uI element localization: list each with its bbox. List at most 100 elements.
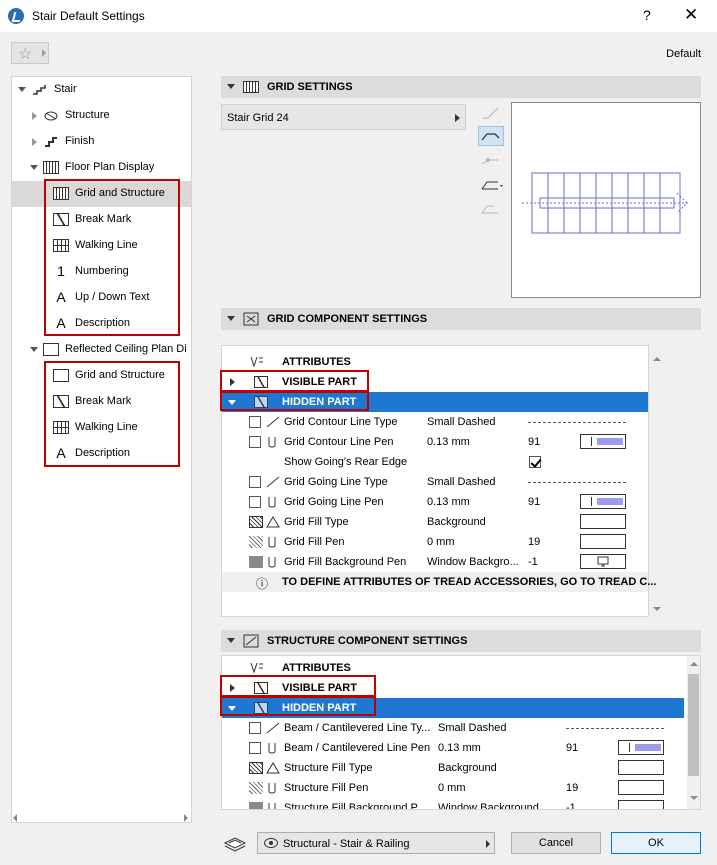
- row-value[interactable]: 0 mm: [427, 536, 455, 548]
- grid-settings-header[interactable]: GRID SETTINGS: [221, 76, 701, 98]
- collapse-triangle-icon[interactable]: [228, 400, 236, 405]
- pen-color-swatch[interactable]: [580, 494, 626, 509]
- settings-tree[interactable]: Stair Structure Finish Floor Plan Displa…: [11, 76, 192, 823]
- grid-component-scrollbar[interactable]: [650, 345, 663, 617]
- pen-number[interactable]: 19: [528, 536, 540, 548]
- grid-fill-pen-row[interactable]: Grid Fill Pen 0 mm 19: [222, 532, 648, 552]
- ok-button[interactable]: OK: [611, 832, 701, 854]
- tree-item-walking-line[interactable]: Walking Line: [12, 233, 191, 259]
- row-value[interactable]: 0.13 mm: [427, 496, 470, 508]
- grid-tool-3[interactable]: [478, 150, 504, 170]
- row-checkbox[interactable]: [249, 436, 261, 448]
- grid-contour-line-type-row[interactable]: Grid Contour Line Type Small Dashed: [222, 412, 648, 432]
- tree-item-floor-plan-display[interactable]: Floor Plan Display: [12, 155, 191, 181]
- collapse-triangle-icon[interactable]: [227, 316, 235, 321]
- structure-component-header[interactable]: STRUCTURE COMPONENT SETTINGS: [221, 630, 701, 652]
- tree-item-structure[interactable]: Structure: [12, 103, 191, 129]
- window-background-swatch[interactable]: [618, 800, 664, 809]
- chevron-right-icon[interactable]: [32, 112, 37, 120]
- row-value[interactable]: Window Backgro...: [427, 556, 519, 568]
- pen-number[interactable]: 91: [566, 742, 578, 754]
- hidden-part-row[interactable]: HIDDEN PART: [222, 392, 648, 412]
- pen-color-swatch[interactable]: [580, 434, 626, 449]
- hidden-part-row[interactable]: HIDDEN PART: [222, 698, 684, 718]
- row-checkbox[interactable]: [249, 742, 261, 754]
- tree-item-numbering[interactable]: 1 Numbering: [12, 259, 191, 285]
- stair-grid-selector[interactable]: Stair Grid 24: [221, 104, 466, 130]
- row-value[interactable]: Small Dashed: [427, 476, 495, 488]
- visible-part-row[interactable]: VISIBLE PART: [222, 372, 648, 392]
- favorites-button[interactable]: ☆: [11, 42, 49, 64]
- beam-line-pen-row[interactable]: Beam / Cantilevered Line Pen 0.13 mm 91: [222, 738, 684, 758]
- grid-tool-5[interactable]: [478, 198, 504, 218]
- pen-color-swatch[interactable]: [618, 740, 664, 755]
- grid-component-header[interactable]: GRID COMPONENT SETTINGS: [221, 308, 701, 330]
- grid-fill-background-pen-row[interactable]: Grid Fill Background Pen Window Backgro.…: [222, 552, 648, 572]
- grid-tool-4[interactable]: [478, 174, 504, 194]
- visible-part-row[interactable]: VISIBLE PART: [222, 678, 684, 698]
- pen-number[interactable]: -1: [566, 802, 576, 809]
- row-checkbox[interactable]: [249, 476, 261, 488]
- grid-tool-1[interactable]: [478, 103, 504, 123]
- grid-contour-line-pen-row[interactable]: Grid Contour Line Pen 0.13 mm 91: [222, 432, 648, 452]
- scroll-down-icon[interactable]: [690, 796, 698, 800]
- pen-number[interactable]: 19: [566, 782, 578, 794]
- scroll-down-icon[interactable]: [653, 607, 661, 611]
- grid-component-list[interactable]: ATTRIBUTES VISIBLE PART HIDDEN PART Grid…: [221, 345, 656, 617]
- collapse-triangle-icon[interactable]: [227, 84, 235, 89]
- tree-item-rcp-description[interactable]: A Description: [12, 441, 191, 467]
- scroll-up-icon[interactable]: [653, 357, 661, 361]
- rear-edge-checkbox[interactable]: [529, 456, 541, 468]
- grid-going-line-type-row[interactable]: Grid Going Line Type Small Dashed: [222, 472, 648, 492]
- structure-fill-type-row[interactable]: Structure Fill Type Background: [222, 758, 684, 778]
- tree-item-reflected-ceiling-plan[interactable]: Reflected Ceiling Plan Di: [12, 337, 191, 363]
- row-value[interactable]: Small Dashed: [438, 722, 506, 734]
- grid-tool-2[interactable]: [478, 126, 504, 146]
- scroll-left-icon[interactable]: [13, 814, 17, 822]
- structure-fill-background-pen-row[interactable]: Structure Fill Background P... Window Ba…: [222, 798, 684, 809]
- scroll-up-icon[interactable]: [690, 662, 698, 666]
- structure-component-scrollbar[interactable]: [687, 656, 700, 809]
- scroll-right-icon[interactable]: [184, 814, 188, 822]
- scrollbar-thumb[interactable]: [688, 674, 699, 776]
- collapse-triangle-icon[interactable]: [227, 638, 235, 643]
- expand-triangle-icon[interactable]: [230, 378, 235, 386]
- show-goings-rear-edge-row[interactable]: Show Going's Rear Edge: [222, 452, 648, 472]
- pen-number[interactable]: 91: [528, 496, 540, 508]
- tree-item-stair[interactable]: Stair: [12, 77, 191, 103]
- fill-swatch[interactable]: [580, 514, 626, 529]
- tree-item-finish[interactable]: Finish: [12, 129, 191, 155]
- row-checkbox[interactable]: [249, 496, 261, 508]
- fill-swatch[interactable]: [618, 760, 664, 775]
- pen-color-swatch[interactable]: [580, 534, 626, 549]
- structure-fill-pen-row[interactable]: Structure Fill Pen 0 mm 19: [222, 778, 684, 798]
- beam-line-type-row[interactable]: Beam / Cantilevered Line Ty... Small Das…: [222, 718, 684, 738]
- row-value[interactable]: 0.13 mm: [427, 436, 470, 448]
- row-value[interactable]: Background: [438, 762, 497, 774]
- row-value[interactable]: 0 mm: [438, 782, 466, 794]
- tree-item-rcp-grid-and-structure[interactable]: Grid and Structure: [12, 363, 191, 389]
- row-value[interactable]: Small Dashed: [427, 416, 495, 428]
- pen-color-swatch[interactable]: [618, 780, 664, 795]
- grid-fill-type-row[interactable]: Grid Fill Type Background: [222, 512, 648, 532]
- structure-component-list[interactable]: ATTRIBUTES VISIBLE PART HIDDEN PART Beam…: [221, 655, 701, 810]
- row-value[interactable]: Window Background: [438, 802, 539, 809]
- row-checkbox[interactable]: [249, 416, 261, 428]
- tree-item-up-down-text[interactable]: A Up / Down Text: [12, 285, 191, 311]
- tree-item-break-mark[interactable]: Break Mark: [12, 207, 191, 233]
- cancel-button[interactable]: Cancel: [511, 832, 601, 854]
- grid-going-line-pen-row[interactable]: Grid Going Line Pen 0.13 mm 91: [222, 492, 648, 512]
- row-value[interactable]: Background: [427, 516, 486, 528]
- row-checkbox[interactable]: [249, 722, 261, 734]
- expand-triangle-icon[interactable]: [230, 684, 235, 692]
- help-button[interactable]: ?: [643, 7, 651, 23]
- favorite-selector[interactable]: Structural - Stair & Railing: [257, 832, 495, 854]
- chevron-right-icon[interactable]: [32, 138, 37, 146]
- tree-horizontal-scrollbar[interactable]: [11, 813, 192, 823]
- tree-item-description[interactable]: A Description: [12, 311, 191, 337]
- tree-item-rcp-break-mark[interactable]: Break Mark: [12, 389, 191, 415]
- layers-icon[interactable]: [223, 833, 249, 853]
- window-background-swatch[interactable]: [580, 554, 626, 569]
- chevron-down-icon[interactable]: [30, 165, 38, 170]
- row-value[interactable]: 0.13 mm: [438, 742, 481, 754]
